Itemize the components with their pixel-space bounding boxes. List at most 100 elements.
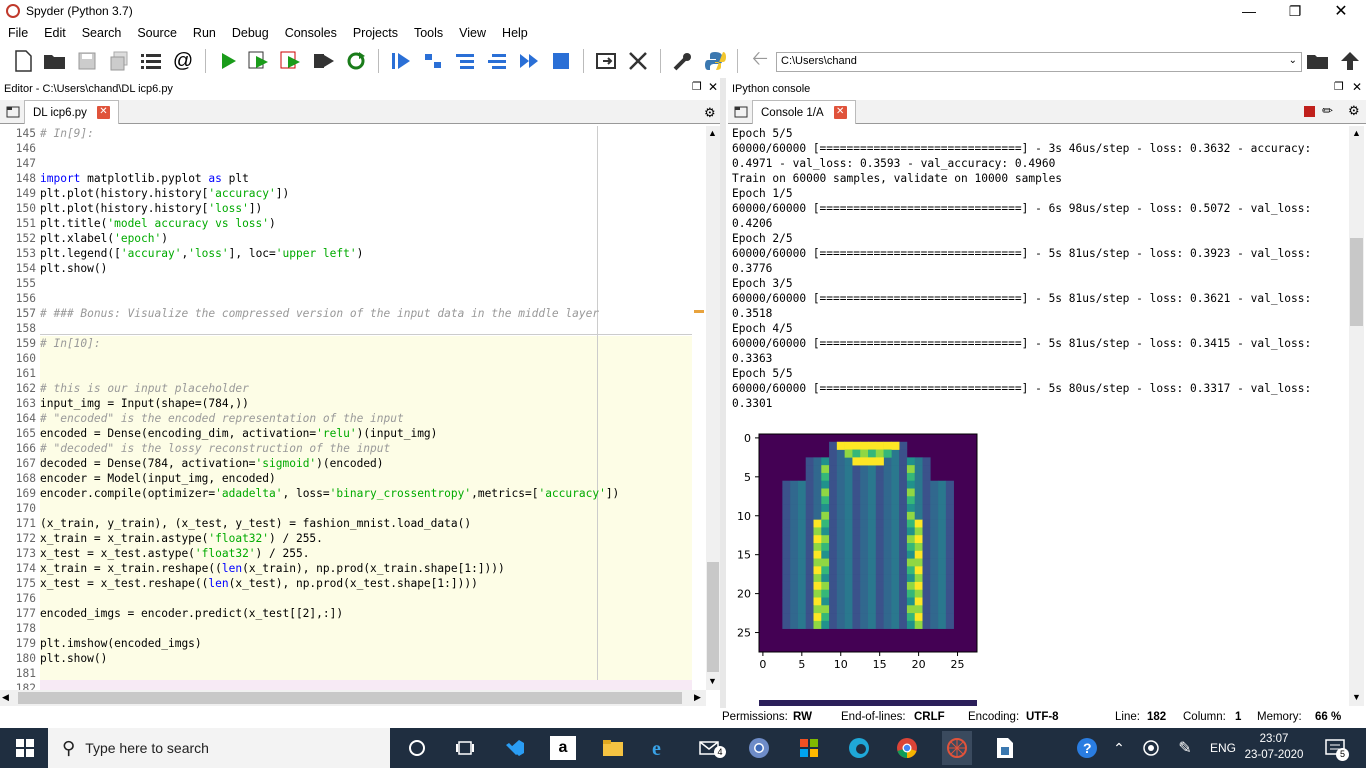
scroll-down-icon[interactable]: ▼ bbox=[708, 676, 717, 686]
console-scroll-thumb[interactable] bbox=[1350, 238, 1363, 326]
fullscreen-icon[interactable] bbox=[625, 48, 651, 74]
task-view-icon[interactable] bbox=[452, 736, 478, 760]
console-line: 0.3301 bbox=[732, 397, 773, 410]
back-arrow-icon[interactable]: 🡠 bbox=[747, 48, 773, 74]
help-icon[interactable]: ? bbox=[1074, 736, 1100, 760]
menu-debug[interactable]: Debug bbox=[224, 26, 277, 40]
save-all-icon[interactable] bbox=[106, 48, 132, 74]
menu-view[interactable]: View bbox=[451, 26, 494, 40]
run-icon[interactable] bbox=[215, 48, 241, 74]
stop-kernel-icon[interactable] bbox=[1304, 106, 1315, 117]
editor-hscroll-thumb[interactable] bbox=[18, 692, 682, 704]
browse-folder-icon[interactable] bbox=[1305, 48, 1331, 74]
step-return-icon[interactable] bbox=[484, 48, 510, 74]
notifications-icon[interactable]: 5 bbox=[1322, 736, 1349, 761]
pixel bbox=[875, 620, 884, 629]
preferences-wrench-icon[interactable] bbox=[670, 48, 696, 74]
save-icon[interactable] bbox=[74, 48, 100, 74]
close-console-pane-icon[interactable]: ✕ bbox=[1352, 80, 1362, 94]
file-explorer-icon[interactable] bbox=[600, 736, 626, 760]
rerun-icon[interactable] bbox=[343, 48, 369, 74]
run-selection-icon[interactable] bbox=[311, 48, 337, 74]
scroll-left-icon[interactable]: ◀ bbox=[2, 692, 9, 703]
store-icon[interactable] bbox=[796, 736, 822, 760]
pixel bbox=[797, 511, 807, 520]
amazon-icon[interactable]: a bbox=[550, 736, 576, 760]
tab-dl-icp6[interactable]: DL icp6.py ✕ bbox=[24, 100, 119, 124]
menu-tools[interactable]: Tools bbox=[406, 26, 451, 40]
open-folder-icon[interactable] bbox=[42, 48, 68, 74]
mail-icon[interactable]: 4 bbox=[698, 736, 726, 760]
step-into-icon[interactable] bbox=[452, 48, 478, 74]
editor-scroll-thumb[interactable] bbox=[707, 562, 719, 672]
close-console-tab-icon[interactable]: ✕ bbox=[833, 106, 847, 119]
debug-icon[interactable] bbox=[388, 48, 414, 74]
chrome-blue-icon[interactable] bbox=[746, 736, 772, 760]
stop-debug-icon[interactable] bbox=[548, 48, 574, 74]
close-tab-icon[interactable]: ✕ bbox=[96, 106, 110, 119]
parent-dir-icon[interactable] bbox=[1337, 48, 1363, 74]
python-path-icon[interactable] bbox=[702, 48, 728, 74]
step-icon[interactable] bbox=[420, 48, 446, 74]
windows-start-icon[interactable] bbox=[12, 736, 38, 760]
code-text: encoder.compile(optimizer='adadelta', lo… bbox=[40, 487, 620, 500]
maximize-pane-icon[interactable] bbox=[593, 48, 619, 74]
edge-icon[interactable] bbox=[846, 736, 872, 760]
pane-splitter[interactable] bbox=[720, 78, 726, 708]
browse-tabs-icon[interactable] bbox=[6, 105, 20, 122]
taskbar-search-box[interactable]: ⚲ Type here to search bbox=[48, 728, 390, 768]
location-icon[interactable] bbox=[1138, 736, 1164, 760]
gear-icon[interactable]: ⚙ bbox=[704, 105, 716, 121]
close-editor-pane-icon[interactable]: ✕ bbox=[708, 80, 718, 94]
pen-icon[interactable]: ✎ bbox=[1172, 736, 1198, 760]
python-file-icon[interactable] bbox=[992, 736, 1018, 760]
minimize-button[interactable]: — bbox=[1226, 0, 1272, 22]
pixel bbox=[914, 605, 923, 614]
menu-edit[interactable]: Edit bbox=[36, 26, 74, 40]
ie-icon[interactable]: e bbox=[648, 736, 674, 760]
vscode-icon[interactable] bbox=[502, 736, 528, 760]
console-scroll-down-icon[interactable]: ▼ bbox=[1352, 692, 1361, 702]
editor-scrollbar[interactable]: ▲ ▼ bbox=[706, 126, 720, 690]
menu-consoles[interactable]: Consoles bbox=[277, 26, 345, 40]
editor-hscrollbar[interactable]: ◀ ▶ bbox=[0, 690, 706, 706]
new-file-icon[interactable] bbox=[10, 48, 36, 74]
chevron-up-icon[interactable]: ⌃ bbox=[1106, 736, 1132, 760]
cortana-icon[interactable] bbox=[404, 736, 430, 760]
chevron-down-icon[interactable]: ⌄ bbox=[1289, 55, 1297, 66]
ipython-console[interactable]: Epoch 5/5 60000/60000 [==================… bbox=[729, 126, 1349, 706]
clear-console-icon[interactable]: ✏ bbox=[1322, 103, 1333, 119]
code-editor[interactable]: 145 # In[9]: 146 147 148 import matplotlib.py… bbox=[0, 126, 706, 690]
restore-button[interactable]: ❐ bbox=[1272, 0, 1318, 22]
menu-projects[interactable]: Projects bbox=[345, 26, 406, 40]
at-icon[interactable]: @ bbox=[170, 48, 196, 74]
menu-help[interactable]: Help bbox=[494, 26, 536, 40]
menu-file[interactable]: File bbox=[0, 26, 36, 40]
menu-run[interactable]: Run bbox=[185, 26, 224, 40]
run-cell-icon[interactable] bbox=[247, 48, 273, 74]
chrome-icon[interactable] bbox=[894, 736, 920, 760]
list-icon[interactable] bbox=[138, 48, 164, 74]
code-text: plt.legend(['accuray','loss'], loc='uppe… bbox=[40, 247, 364, 260]
undock-console-icon[interactable]: ❐ bbox=[1334, 80, 1344, 93]
spyder-taskbar-icon[interactable] bbox=[942, 731, 972, 765]
pixel bbox=[821, 465, 830, 474]
console-scroll-up-icon[interactable]: ▲ bbox=[1352, 128, 1361, 138]
console-gear-icon[interactable]: ⚙ bbox=[1348, 103, 1360, 119]
language-indicator[interactable]: ENG bbox=[1208, 736, 1238, 760]
clock[interactable]: 23:07 23-07-2020 bbox=[1244, 731, 1304, 763]
tab-console-1a[interactable]: Console 1/A ✕ bbox=[752, 100, 856, 124]
pixel bbox=[938, 488, 947, 497]
pixel bbox=[797, 605, 807, 614]
run-cell-advance-icon[interactable] bbox=[279, 48, 305, 74]
console-scrollbar[interactable]: ▲ ▼ bbox=[1349, 126, 1364, 706]
scroll-right-icon[interactable]: ▶ bbox=[694, 692, 701, 703]
working-directory-input[interactable]: C:\Users\chand ⌄ bbox=[776, 52, 1302, 72]
scroll-up-icon[interactable]: ▲ bbox=[708, 128, 717, 138]
close-button[interactable]: ✕ bbox=[1318, 0, 1364, 22]
menu-search[interactable]: Search bbox=[74, 26, 130, 40]
menu-source[interactable]: Source bbox=[129, 26, 185, 40]
continue-icon[interactable] bbox=[516, 48, 542, 74]
browse-console-tabs-icon[interactable] bbox=[734, 105, 748, 122]
undock-editor-icon[interactable]: ❐ bbox=[692, 80, 702, 93]
